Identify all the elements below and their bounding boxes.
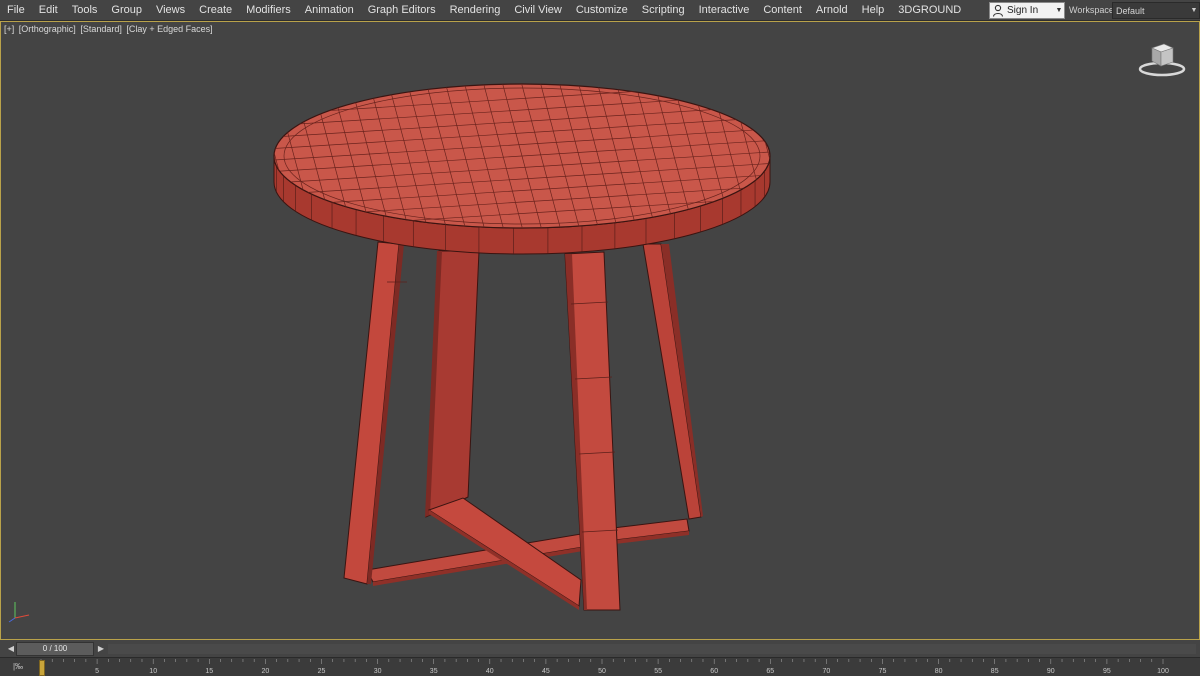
menu-bar: File Edit Tools Group Views Create Modifiers An… (0, 0, 1200, 21)
menu-rendering[interactable]: Rendering (443, 0, 508, 20)
menu-items: File Edit Tools Group Views Create Modifiers An… (0, 0, 968, 20)
trackbar-tick-label: 90 (1047, 668, 1055, 675)
menu-interactive[interactable]: Interactive (692, 0, 757, 20)
menu-modifiers[interactable]: Modifiers (239, 0, 298, 20)
trackbar-tick-label: 95 (1103, 668, 1111, 675)
trackbar-tick-label: 80 (935, 668, 943, 675)
table-leg-back-left[interactable] (425, 250, 480, 518)
trackbar-tick-label: 60 (710, 668, 718, 675)
trackbar-tick-label: 20 (262, 668, 270, 675)
menu-views[interactable]: Views (149, 0, 192, 20)
table-model[interactable] (1, 22, 1199, 639)
user-icon (992, 4, 1004, 17)
workspaces-select[interactable]: Default ▼ (1112, 2, 1200, 19)
time-slider: ◀ 0 / 100 ▶ (0, 641, 1200, 656)
trackbar-tick-label: 45 (542, 668, 550, 675)
menu-content[interactable]: Content (756, 0, 809, 20)
table-stretcher-right[interactable] (612, 518, 690, 544)
menu-animation[interactable]: Animation (298, 0, 361, 20)
trackbar-tick-label: 55 (654, 668, 662, 675)
trackbar-tick-label: 30 (374, 668, 382, 675)
table-top[interactable] (234, 74, 810, 255)
menu-civil-view[interactable]: Civil View (507, 0, 568, 20)
chevron-right-icon[interactable]: ▶ (94, 642, 108, 655)
track-bar[interactable]: |‰ 5 10 15 20 25 30 35 40 45 50 55 60 65 70 75 80 85 90 95… (0, 657, 1200, 676)
table-leg-front-center[interactable] (564, 251, 621, 611)
trackbar-tick-label: 70 (823, 668, 831, 675)
menu-create[interactable]: Create (192, 0, 239, 20)
trackbar-tick-label: 50 (598, 668, 606, 675)
menu-file[interactable]: File (0, 0, 32, 20)
trackbar-ruler: 5 10 15 20 25 30 35 40 45 50 55 60 65 70 75 80 85 90 95 100 (40, 659, 1169, 675)
table-leg-back-right[interactable] (642, 243, 703, 520)
perspective-viewport[interactable]: [+] [Orthographic] [Standard] [Clay + Ed… (0, 21, 1200, 640)
menu-customize[interactable]: Customize (569, 0, 635, 20)
trackbar-tick-label: 65 (766, 668, 774, 675)
chevron-down-icon: ▼ (1190, 7, 1198, 14)
menu-tools[interactable]: Tools (65, 0, 105, 20)
trackbar-tick-label: 15 (205, 668, 213, 675)
sign-in-button[interactable]: Sign In ▼ (989, 2, 1065, 19)
menu-3dground[interactable]: 3DGROUND (891, 0, 968, 20)
viewcube[interactable] (1137, 42, 1187, 78)
trackbar-tick-label: 85 (991, 668, 999, 675)
menu-help[interactable]: Help (855, 0, 892, 20)
current-frame-marker[interactable] (39, 660, 45, 676)
trackbar-tick-label: 5 (95, 668, 99, 675)
trackbar-tick-label: 25 (318, 668, 326, 675)
menu-graph-editors[interactable]: Graph Editors (361, 0, 443, 20)
trackbar-tick-label: 40 (486, 668, 494, 675)
table-leg-front-left[interactable] (343, 241, 407, 585)
axis-tripod-icon (8, 602, 30, 623)
trackbar-tick-label: 100 (1157, 668, 1169, 675)
menu-group[interactable]: Group (104, 0, 149, 20)
trackbar-tick-label: 10 (149, 668, 157, 675)
menu-arnold[interactable]: Arnold (809, 0, 855, 20)
trackbar-tick-label: 75 (879, 668, 887, 675)
menu-scripting[interactable]: Scripting (635, 0, 692, 20)
trackbar-tick-label: 35 (430, 668, 438, 675)
time-slider-track[interactable] (108, 644, 1196, 654)
chevron-down-icon: ▼ (1055, 7, 1063, 14)
workspaces-value: Default (1116, 5, 1145, 16)
sign-in-label: Sign In (1007, 5, 1039, 16)
time-slider-thumb[interactable]: 0 / 100 (16, 642, 94, 656)
menu-edit[interactable]: Edit (32, 0, 65, 20)
